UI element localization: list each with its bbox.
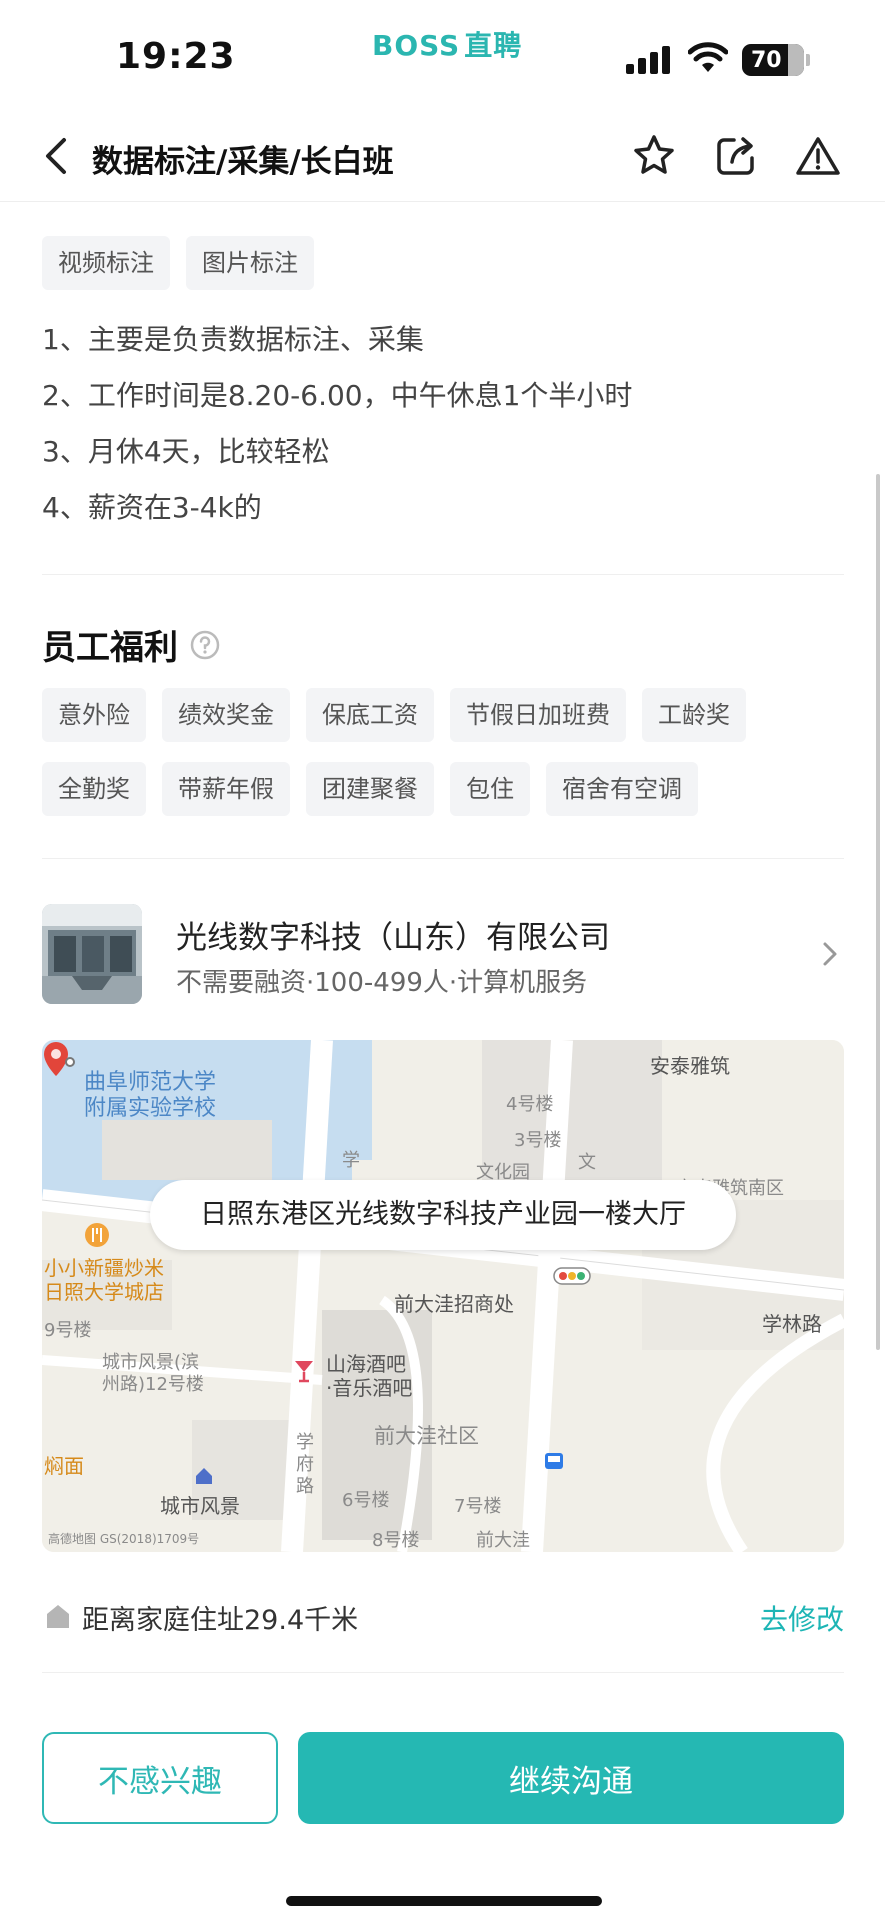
cellular-signal-icon (626, 46, 672, 74)
benefit-tag: 保底工资 (306, 688, 434, 742)
chevron-left-icon[interactable] (36, 134, 80, 178)
edit-address-link[interactable]: 去修改 (760, 1598, 844, 1638)
chevron-right-icon (823, 942, 837, 966)
brand-en: BOSS (372, 29, 461, 62)
description-line: 2、工作时间是8.20-6.00，中午休息1个半小时 (42, 379, 633, 412)
brand-cn: 直聘 (464, 29, 523, 62)
scrollbar[interactable] (876, 474, 880, 1350)
skill-tag: 图片标注 (186, 236, 314, 290)
map-label: 附属实验学校 (84, 1096, 217, 1121)
battery-tip (806, 54, 810, 66)
map-label: 6号楼 (342, 1490, 390, 1511)
wifi-icon (688, 42, 728, 72)
nav-bar: 数据标注/采集/长白班 (0, 110, 885, 202)
address-bubble: 日照东港区光线数字科技产业园一楼大厅 (150, 1180, 736, 1250)
status-time: 19:23 (116, 36, 236, 77)
benefit-tags-row2: 全勤奖 带薪年假 团建聚餐 包住 宿舍有空调 (42, 762, 698, 816)
skill-tags: 视频标注 图片标注 (42, 236, 314, 290)
location-map[interactable]: 曲阜师范大学 附属实验学校 安泰雅筑 4号楼 3号楼 文化园 学 文 安泰雅筑南… (42, 1040, 844, 1552)
battery-level: 70 (751, 47, 782, 73)
map-label: 焖面 (44, 1454, 84, 1478)
benefit-tag: 绩效奖金 (162, 688, 290, 742)
divider (42, 1672, 844, 1673)
map-label: ·音乐酒吧 (326, 1376, 413, 1400)
map-label: 前大洼社区 (374, 1424, 479, 1448)
warning-icon[interactable] (794, 132, 842, 180)
job-description: 1、主要是负责数据标注、采集 2、工作时间是8.20-6.00，中午休息1个半小… (42, 318, 632, 542)
battery-icon: 70 (742, 44, 804, 76)
company-card[interactable]: 光线数字科技（山东）有限公司 不需要融资·100-499人·计算机服务 (42, 904, 844, 1004)
page-title: 数据标注/采集/长白班 (92, 144, 394, 180)
skill-tag: 视频标注 (42, 236, 170, 290)
status-bar: 19:23 BOSS 直聘 70 (0, 0, 885, 110)
benefits-title: 员工福利 (42, 620, 220, 669)
benefit-tag: 团建聚餐 (306, 762, 434, 816)
residential-icon (196, 1468, 212, 1484)
company-name: 光线数字科技（山东）有限公司 (176, 920, 610, 956)
map-label: 学府路 (296, 1432, 314, 1497)
benefit-tag: 宿舍有空调 (546, 762, 698, 816)
map-pin-icon (44, 1042, 75, 1076)
company-photo (42, 904, 142, 1004)
bus-stop-icon (545, 1453, 563, 1469)
map-label: 城市风景 (160, 1494, 240, 1518)
question-circle-icon[interactable] (190, 630, 220, 660)
map-label: 学林路 (762, 1312, 822, 1336)
description-line: 3、月休4天，比较轻松 (42, 435, 330, 468)
map-copyright: 高德地图 GS(2018)1709号 (48, 1532, 200, 1546)
map-label: 安泰雅筑 (650, 1054, 730, 1078)
divider (42, 858, 844, 859)
continue-chat-button[interactable]: 继续沟通 (298, 1732, 844, 1824)
map-label: 9号楼 (44, 1320, 92, 1341)
benefit-tag: 意外险 (42, 688, 146, 742)
distance-row: 距离家庭住址29.4千米 去修改 (42, 1594, 844, 1638)
home-icon (47, 1605, 69, 1628)
description-line: 4、薪资在3-4k的 (42, 491, 262, 524)
description-line: 1、主要是负责数据标注、采集 (42, 323, 424, 356)
map-label: 8号楼 (372, 1530, 420, 1551)
map-label: 前大洼招商处 (394, 1292, 514, 1316)
benefit-tag: 包住 (450, 762, 530, 816)
benefit-tag: 带薪年假 (162, 762, 290, 816)
not-interested-button[interactable]: 不感兴趣 (42, 1732, 278, 1824)
distance-text: 距离家庭住址29.4千米 (82, 1605, 359, 1636)
bar-icon (295, 1361, 313, 1383)
map-label: 3号楼 (514, 1130, 562, 1151)
home-indicator (286, 1896, 602, 1906)
restaurant-icon (85, 1223, 109, 1247)
map-label: 日照大学城店 (44, 1280, 164, 1304)
share-icon[interactable] (712, 132, 760, 180)
map-label: 7号楼 (454, 1496, 502, 1517)
map-label: 前大洼 (476, 1530, 530, 1551)
map-label: 文 (578, 1152, 596, 1173)
benefit-tag: 节假日加班费 (450, 688, 626, 742)
benefit-tag: 工龄奖 (642, 688, 746, 742)
app-brand-logo: BOSS 直聘 (372, 24, 522, 64)
divider (42, 574, 844, 575)
benefit-tags-row1: 意外险 绩效奖金 保底工资 节假日加班费 工龄奖 (42, 688, 746, 742)
company-meta: 不需要融资·100-499人·计算机服务 (176, 968, 588, 998)
bottom-action-bar: 不感兴趣 继续沟通 (0, 1720, 885, 1918)
benefits-title-text: 员工福利 (42, 628, 178, 668)
map-label: 学 (342, 1150, 360, 1171)
benefit-tag: 全勤奖 (42, 762, 146, 816)
star-icon[interactable] (630, 132, 678, 180)
map-label: 州路)12号楼 (102, 1374, 204, 1395)
map-label: 4号楼 (506, 1094, 554, 1115)
